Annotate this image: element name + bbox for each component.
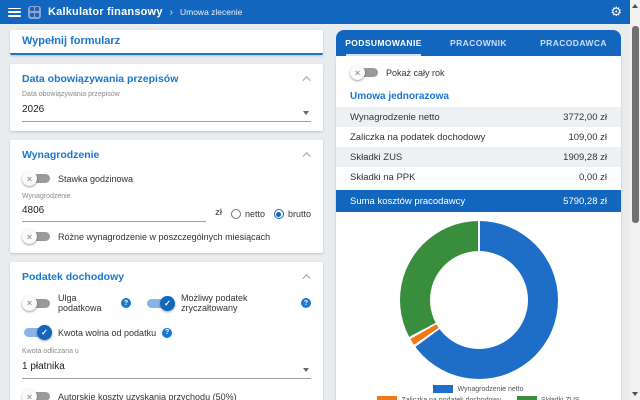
currency-suffix: zł [215,207,222,222]
tax-free-amount-toggle-label: Kwota wolna od podatku [58,328,156,338]
flat-tax-toggle[interactable]: ✓ [145,296,175,311]
breadcrumb-separator: › [170,7,173,18]
row-value: 3772,00 zł [563,112,607,123]
tab-pracodawca[interactable]: PRACODAWCA [526,30,621,56]
author-costs-toggle[interactable]: × [22,389,52,400]
tax-free-amount-toggle[interactable]: ✓ [22,325,52,340]
radio-brutto-label: brutto [288,209,311,219]
legend-swatch [517,396,537,400]
varied-salary-toggle-label: Różne wynagrodzenie w poszczególnych mie… [58,232,270,242]
date-select-label: Data obowiązywania przepisów [22,91,311,98]
breadcrumb: Umowa zlecenie [180,7,242,17]
total-row-label: Suma kosztów pracodawcy [350,196,465,207]
radio-brutto-circle [274,209,284,219]
table-row: Składki ZUS 1909,28 zł [336,147,621,167]
author-costs-toggle-label: Autorskie koszty uzyskania przychodu (50… [58,392,237,400]
help-icon[interactable]: ? [162,328,172,338]
app-title[interactable]: Kalkulator finansowy [48,6,163,18]
table-row: Wynagrodzenie netto 3772,00 zł [336,107,621,127]
radio-netto-circle [231,209,241,219]
date-select[interactable]: Data obowiązywania przepisów 2026 [22,91,311,122]
salary-amount-field: Wynagrodzenie [22,193,206,222]
row-label: Wynagrodzenie netto [350,112,440,123]
page-title: Wypełnij formularz [22,35,311,47]
summary-subtitle: Umowa jednorazowa [336,83,621,107]
form-column: Wypełnij formularz Data obowiązywania pr… [10,30,323,400]
payer-select[interactable]: Kwota odliczana u 1 płatnika [22,348,311,379]
chart-legend: Wynagrodzenie netto Zaliczka na podatek … [336,385,621,400]
row-label: Składki ZUS [350,152,402,163]
hamburger-menu-icon[interactable] [8,8,21,17]
date-select-value: 2026 [22,104,44,115]
payer-select-label: Kwota odliczana u [22,348,311,355]
dropdown-arrow-icon [303,111,309,115]
legend-item: Zaliczka na podatek dochodowy [377,396,501,400]
row-label: Składki na PPK [350,172,415,183]
gear-icon[interactable]: ⚙ [610,6,622,19]
summary-content: × Pokaż cały rok Umowa jednorazowa Wynag… [336,56,621,400]
section-date: Data obowiązywania przepisów Data obowią… [10,64,323,131]
legend-item: Składki ZUS [517,396,580,400]
legend-item: Wynagrodzenie netto [433,385,523,393]
row-value: 109,00 zł [568,132,607,143]
varied-salary-toggle[interactable]: × [22,229,52,244]
dropdown-arrow-icon [303,368,309,372]
radio-netto[interactable]: netto [231,209,265,222]
salary-amount-label: Wynagrodzenie [22,193,206,200]
scrollbar-thumb[interactable] [632,26,639,223]
legend-swatch [377,396,397,400]
hourly-rate-toggle-label: Stawka godzinowa [58,174,133,184]
tax-relief-toggle-label: Ulga podatkowa [58,293,115,313]
show-full-year-toggle-label: Pokaż cały rok [386,68,445,78]
total-row: Suma kosztów pracodawcy 5790,28 zł [336,190,621,212]
section-salary: Wynagrodzenie × Stawka godzinowa Wynagro… [10,140,323,253]
radio-brutto[interactable]: brutto [274,209,311,222]
show-full-year-toggle[interactable]: × [350,65,380,80]
collapse-chevron-icon[interactable] [302,152,310,160]
row-value: 0,00 zł [579,172,607,183]
row-label: Zaliczka na podatek dochodowy [350,132,485,143]
tab-podsumowanie[interactable]: PODSUMOWANIE [336,30,431,56]
app-window: Kalkulator finansowy › Umowa zlecenie ⚙ … [0,0,640,400]
table-row: Zaliczka na podatek dochodowy 109,00 zł [336,127,621,147]
payer-select-value: 1 płatnika [22,361,65,372]
radio-netto-label: netto [245,209,265,219]
summary-tabs: PODSUMOWANIE PRACOWNIK PRACODAWCA [336,30,621,56]
tab-pracownik[interactable]: PRACOWNIK [431,30,526,56]
row-value: 1909,28 zł [563,152,607,163]
section-tax-title: Podatek dochodowy [22,271,124,283]
salary-amount-input[interactable] [22,205,206,216]
tax-relief-toggle[interactable]: × [22,296,52,311]
app-header: Kalkulator finansowy › Umowa zlecenie ⚙ [0,0,630,24]
form-heading-card: Wypełnij formularz [10,30,323,55]
section-salary-title: Wynagrodzenie [22,149,99,161]
legend-label: Zaliczka na podatek dochodowy [401,397,501,400]
scroll-down-arrow-icon[interactable] [632,392,638,396]
scroll-up-arrow-icon[interactable] [632,4,638,8]
legend-swatch [433,385,453,393]
section-date-title: Data obowiązywania przepisów [22,73,178,85]
collapse-chevron-icon[interactable] [302,274,310,282]
table-row: Składki na PPK 0,00 zł [336,167,621,187]
collapse-chevron-icon[interactable] [302,76,310,84]
help-icon[interactable]: ? [121,298,131,308]
total-row-value: 5790,28 zł [563,196,607,207]
app-logo-icon [28,6,41,19]
donut-chart [400,221,558,379]
legend-label: Wynagrodzenie netto [457,386,523,393]
help-icon[interactable]: ? [301,298,311,308]
section-tax: Podatek dochodowy × Ulga podatkowa ? ✓ M… [10,262,323,400]
summary-panel: PODSUMOWANIE PRACOWNIK PRACODAWCA × Poka… [336,30,621,400]
legend-label: Składki ZUS [541,397,580,400]
hourly-rate-toggle[interactable]: × [22,171,52,186]
flat-tax-toggle-label: Możliwy podatek zryczałtowany [181,293,295,313]
vertical-scrollbar[interactable] [630,0,640,400]
